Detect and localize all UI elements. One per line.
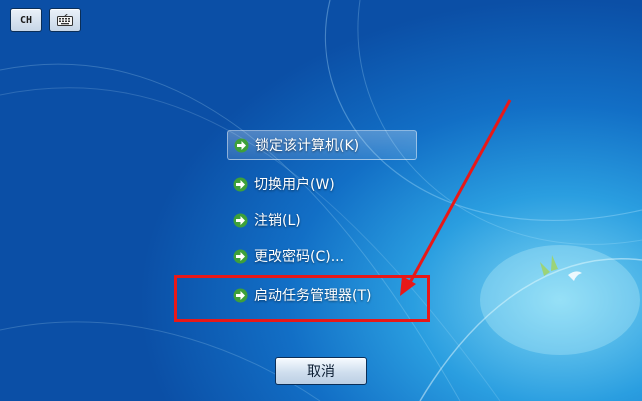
green-arrow-icon	[233, 213, 248, 227]
menu-item-change-password[interactable]: 更改密码(C)...	[227, 241, 417, 271]
background-swirl	[0, 0, 642, 401]
green-arrow-icon	[233, 177, 248, 191]
keyboard-icon	[57, 14, 73, 26]
green-arrow-icon	[234, 138, 249, 152]
menu-item-label: 更改密码(C)...	[254, 249, 345, 265]
annotation-highlight-box	[174, 275, 430, 322]
menu-item-switch-user[interactable]: 切换用户(W)	[227, 169, 417, 199]
menu-item-label: 切换用户(W)	[254, 177, 335, 193]
cancel-button[interactable]: 取消	[275, 357, 367, 385]
language-label: CH	[19, 14, 33, 26]
menu-item-log-off[interactable]: 注销(L)	[227, 205, 417, 235]
green-arrow-icon	[233, 249, 248, 263]
keyboard-button[interactable]	[49, 8, 81, 32]
menu-item-label: 锁定该计算机(K)	[255, 138, 360, 154]
menu-item-label: 注销(L)	[254, 213, 301, 229]
language-button[interactable]: CH	[10, 8, 42, 32]
menu-item-lock-computer[interactable]: 锁定该计算机(K)	[227, 130, 417, 160]
cancel-label: 取消	[307, 364, 335, 380]
annotation-arrow	[400, 99, 512, 296]
